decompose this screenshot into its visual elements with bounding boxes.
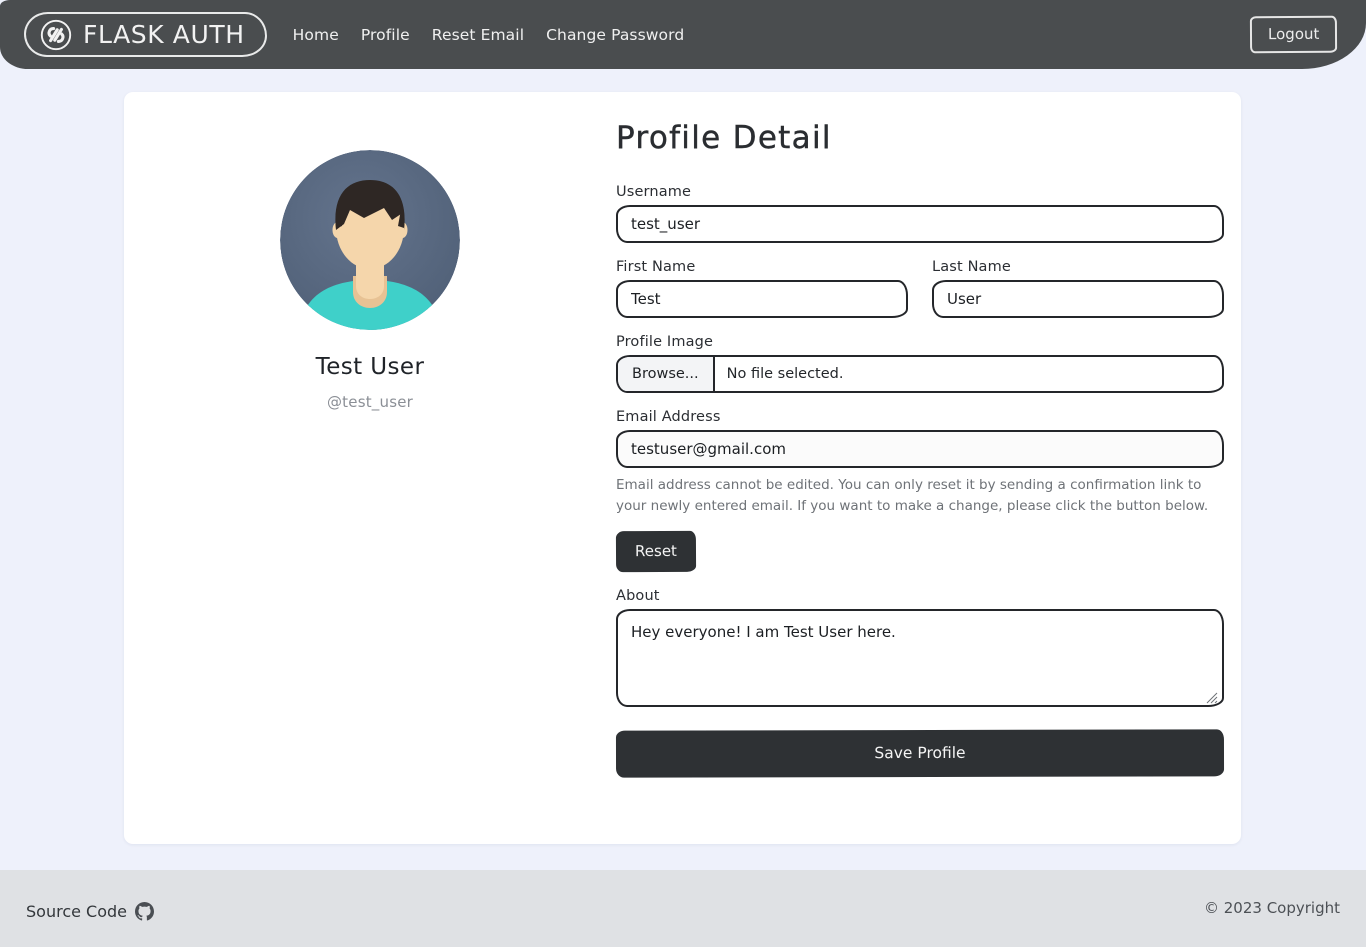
link-infinity-icon bbox=[40, 19, 72, 51]
browse-button[interactable]: Browse... bbox=[618, 357, 715, 391]
page-root: FLASK AUTH Home Profile Reset Email Chan… bbox=[0, 0, 1366, 947]
label-profile-image: Profile Image bbox=[616, 334, 714, 350]
nav-link-profile[interactable]: Profile bbox=[361, 26, 410, 44]
last-name-input[interactable] bbox=[932, 280, 1224, 318]
about-textarea-wrap bbox=[616, 609, 1224, 707]
copyright-text: © 2023 Copyright bbox=[1203, 898, 1340, 917]
nav-link-change-password[interactable]: Change Password bbox=[546, 26, 684, 44]
navbar: FLASK AUTH Home Profile Reset Email Chan… bbox=[0, 0, 1366, 69]
label-username: Username bbox=[616, 184, 692, 200]
about-textarea[interactable] bbox=[616, 609, 1224, 707]
page-title: Profile Detail bbox=[616, 120, 832, 156]
profile-summary: Test User @test_user bbox=[124, 92, 616, 844]
file-status-text: No file selected. bbox=[726, 366, 844, 382]
brand-logo[interactable]: FLASK AUTH bbox=[24, 12, 267, 57]
profile-form: Profile Detail Username First Name Last … bbox=[616, 92, 1241, 844]
source-code-label: Source Code bbox=[26, 902, 127, 921]
name-row: First Name Last Name bbox=[616, 259, 1224, 318]
default-user-avatar bbox=[280, 150, 460, 330]
username-input[interactable] bbox=[616, 205, 1224, 243]
field-about: About bbox=[616, 588, 1224, 707]
label-first-name: First Name bbox=[616, 259, 696, 275]
reset-email-button[interactable]: Reset bbox=[615, 530, 697, 573]
profile-image-file-input[interactable]: Browse... No file selected. bbox=[616, 355, 1224, 393]
field-profile-image: Profile Image Browse... No file selected… bbox=[616, 334, 1224, 393]
field-email: Email Address Email address cannot be ed… bbox=[615, 409, 1224, 573]
email-help-text: Email address cannot be edited. You can … bbox=[616, 477, 1209, 514]
footer: Source Code © 2023 Copyright bbox=[0, 870, 1366, 947]
logout-button[interactable]: Logout bbox=[1249, 15, 1338, 54]
nav-link-home[interactable]: Home bbox=[293, 26, 339, 44]
save-profile-button[interactable]: Save Profile bbox=[615, 729, 1225, 778]
field-last-name: Last Name bbox=[932, 259, 1224, 318]
first-name-input[interactable] bbox=[616, 280, 908, 318]
brand-text: FLASK AUTH bbox=[83, 20, 245, 49]
source-code-link[interactable]: Source Code bbox=[26, 902, 154, 921]
nav-link-reset-email[interactable]: Reset Email bbox=[432, 26, 524, 44]
label-email: Email Address bbox=[616, 409, 721, 425]
label-last-name: Last Name bbox=[932, 259, 1011, 275]
field-first-name: First Name bbox=[616, 259, 908, 318]
profile-card: Test User @test_user Profile Detail User… bbox=[124, 92, 1241, 844]
profile-display-name: Test User bbox=[315, 354, 425, 380]
email-input[interactable] bbox=[616, 430, 1224, 468]
field-username: Username bbox=[616, 184, 1224, 243]
nav-links: Home Profile Reset Email Change Password bbox=[293, 26, 685, 44]
profile-handle: @test_user bbox=[326, 393, 414, 411]
label-about: About bbox=[616, 588, 660, 604]
github-icon bbox=[135, 902, 154, 921]
